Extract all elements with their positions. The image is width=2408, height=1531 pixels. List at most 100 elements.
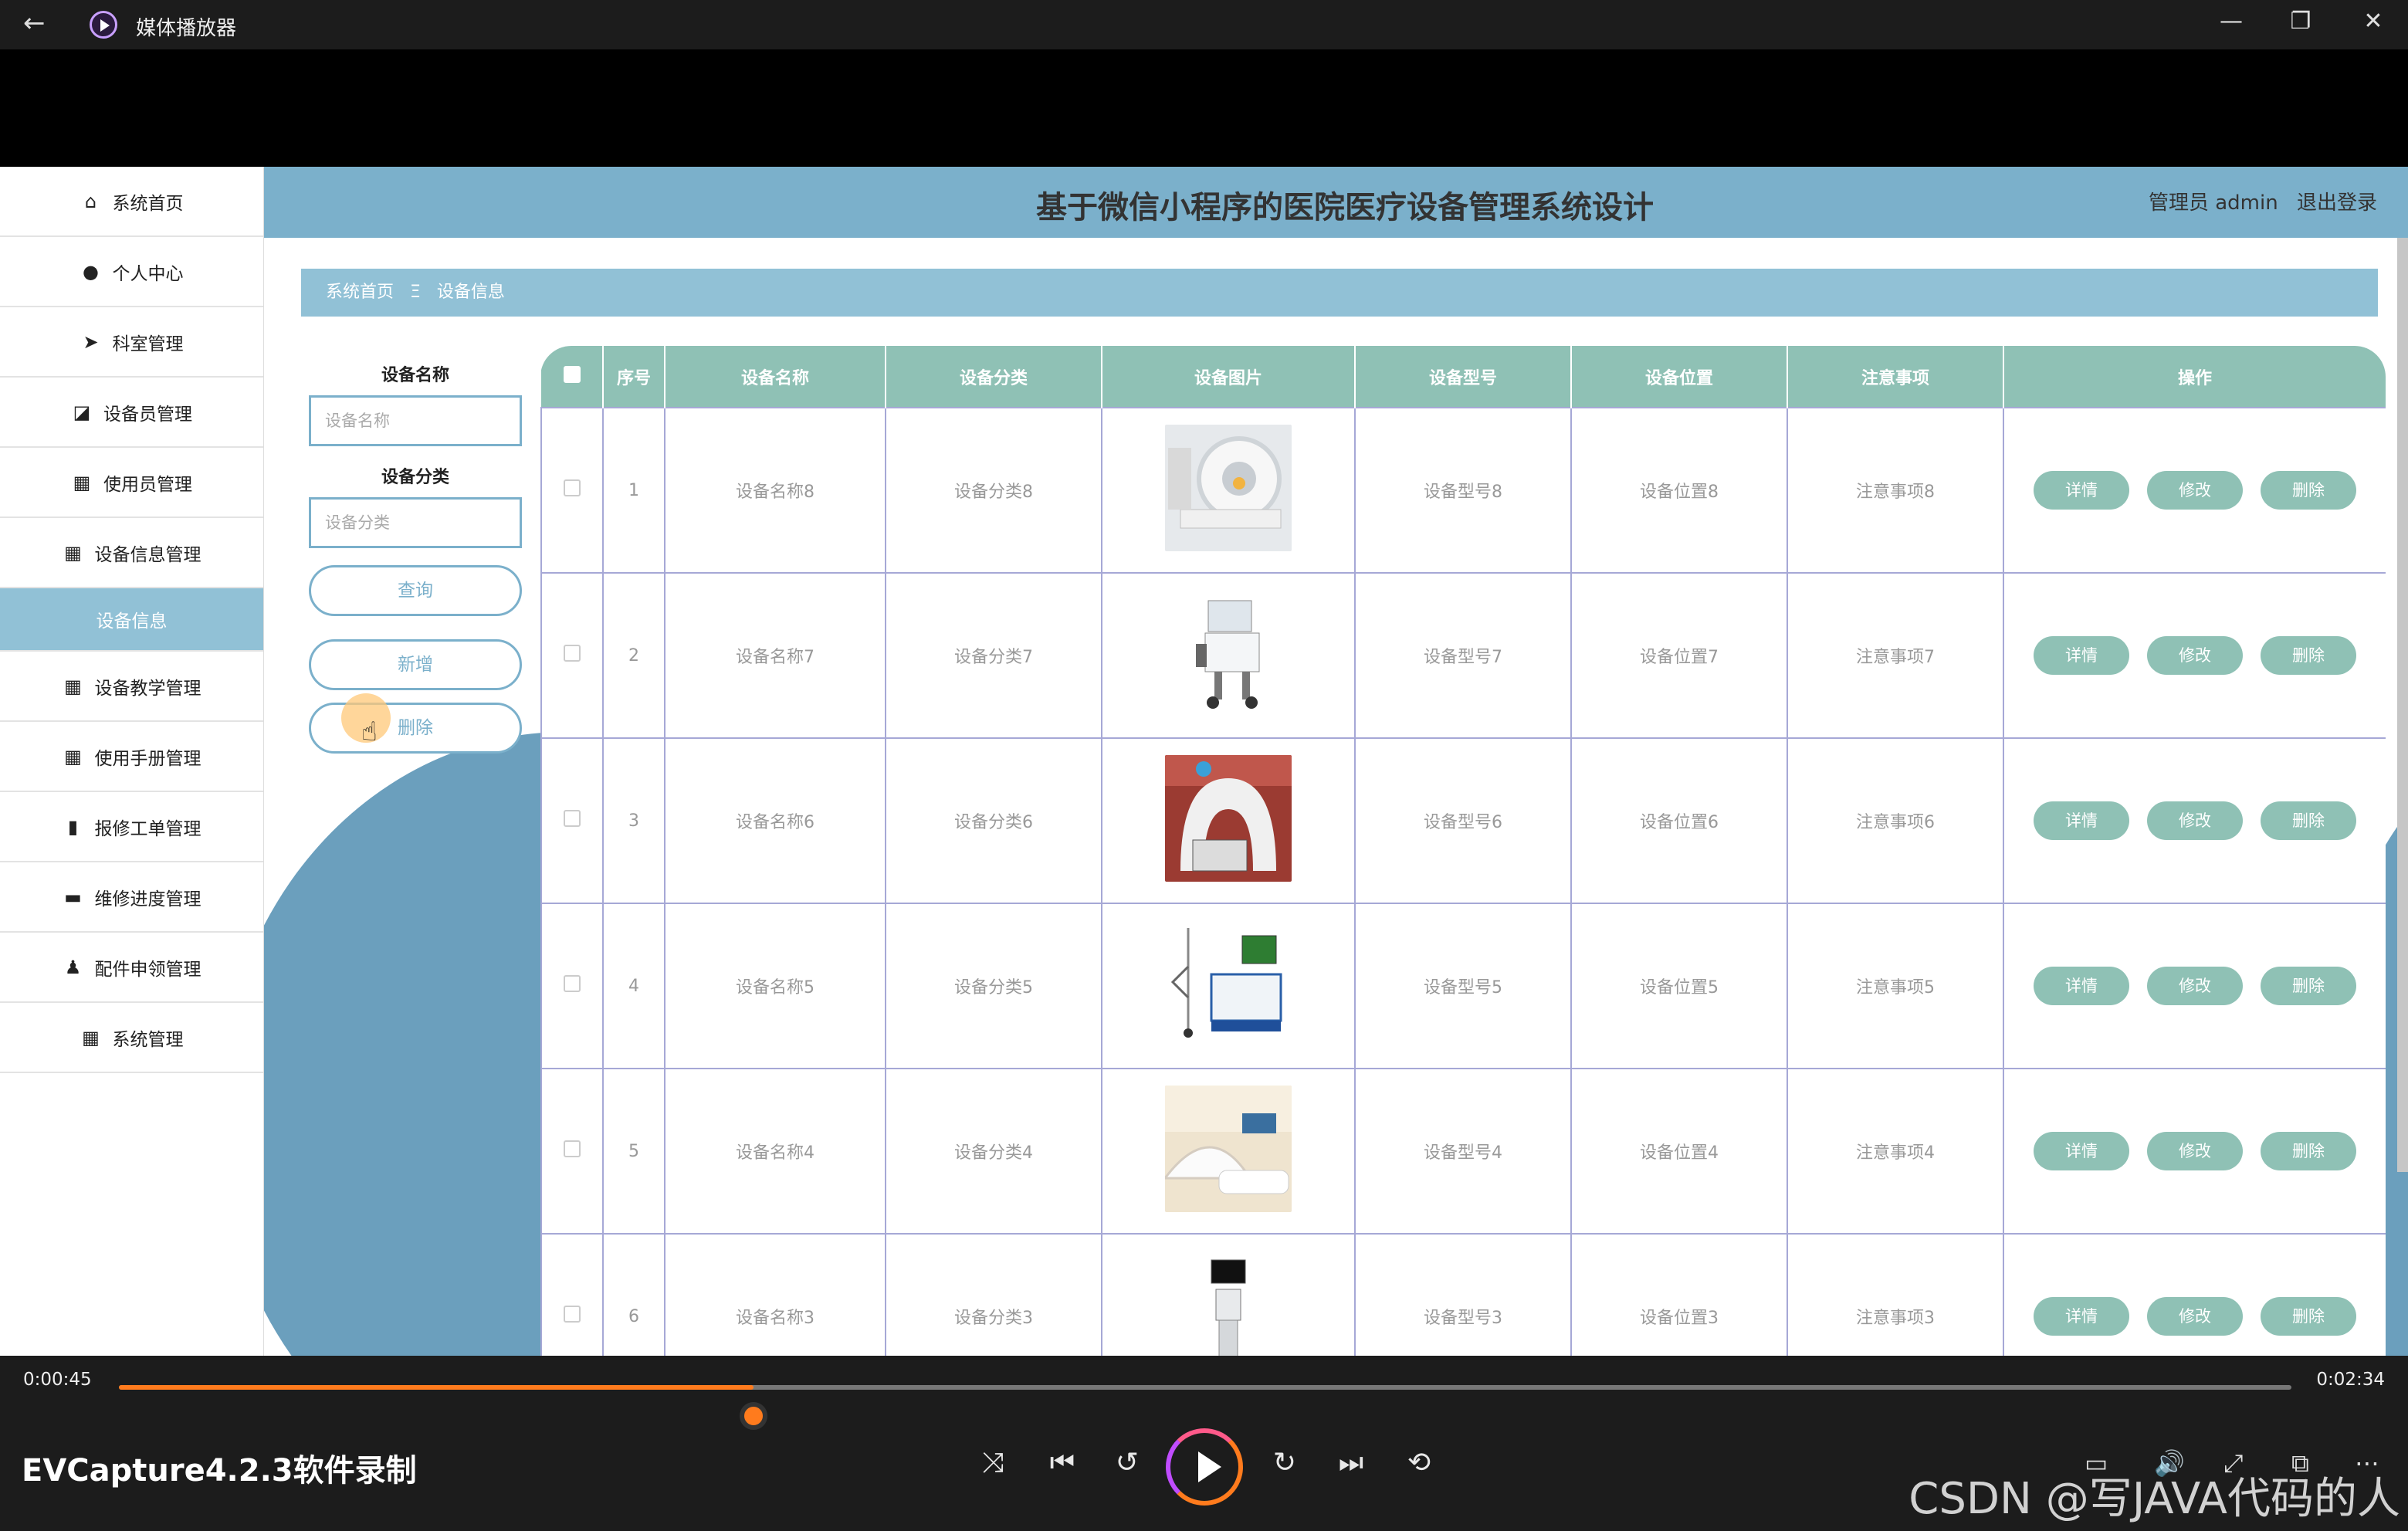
- cell-actions: 详情 修改 删除: [2003, 903, 2386, 1069]
- back-arrow-icon[interactable]: ←: [23, 8, 46, 39]
- row-select-cell: [540, 737, 604, 904]
- play-button[interactable]: [1166, 1428, 1243, 1506]
- minimize-button[interactable]: —: [2216, 8, 2247, 35]
- cell-no: 3: [602, 737, 666, 904]
- column-header: 设备分类: [886, 346, 1102, 408]
- cell-category: 设备分类3: [885, 1233, 1102, 1356]
- delete-button[interactable]: 删除: [2261, 636, 2356, 675]
- rewind-10-icon[interactable]: ↺: [1106, 1447, 1149, 1478]
- edit-button[interactable]: 修改: [2147, 967, 2243, 1005]
- row-checkbox[interactable]: [564, 810, 581, 827]
- repeat-icon[interactable]: ⟲: [1397, 1447, 1441, 1478]
- cell-location: 设备位置5: [1570, 903, 1788, 1069]
- detail-button[interactable]: 详情: [2034, 1297, 2129, 1336]
- device-image: [1165, 1086, 1292, 1212]
- sidebar-item-teaching[interactable]: ▦ 设备教学管理: [0, 652, 263, 722]
- sidebar-subitem-device-info[interactable]: 设备信息: [0, 588, 263, 652]
- sidebar-item-department[interactable]: ➤ 科室管理: [0, 307, 263, 378]
- cell-model: 设备型号5: [1354, 903, 1572, 1069]
- next-track-icon[interactable]: ⏭: [1329, 1447, 1373, 1479]
- cell-name: 设备名称8: [664, 407, 886, 574]
- delete-button[interactable]: 删除: [2261, 471, 2356, 510]
- person-icon: ♟: [64, 956, 82, 978]
- cell-image: [1101, 1233, 1356, 1356]
- table-row: 6 设备名称3 设备分类3 设备型号3 设备位置3 注意事项3 详情 修改 删除: [540, 1233, 2386, 1356]
- grid-icon: ▦: [64, 541, 82, 564]
- detail-button[interactable]: 详情: [2034, 801, 2129, 840]
- row-select-cell: [540, 572, 604, 739]
- sidebar-item-repair-orders[interactable]: ▮ 报修工单管理: [0, 792, 263, 862]
- send-icon: ➤: [83, 330, 99, 353]
- sidebar-item-device-staff[interactable]: ◪ 设备员管理: [0, 378, 263, 448]
- sidebar-item-users[interactable]: ▦ 使用员管理: [0, 448, 263, 518]
- breadcrumb-home[interactable]: 系统首页: [326, 283, 394, 302]
- close-button[interactable]: ✕: [2358, 8, 2389, 35]
- cell-image: [1101, 572, 1356, 739]
- forward-30-icon[interactable]: ↻: [1263, 1447, 1306, 1478]
- edit-button[interactable]: 修改: [2147, 1132, 2243, 1170]
- column-header: 设备型号: [1355, 346, 1572, 408]
- edit-button[interactable]: 修改: [2147, 471, 2243, 510]
- sidebar-item-manual[interactable]: ▦ 使用手册管理: [0, 722, 263, 792]
- sidebar-item-label: 设备信息: [96, 611, 168, 632]
- detail-button[interactable]: 详情: [2034, 636, 2129, 675]
- sidebar-item-device-info-mgmt[interactable]: ▦ 设备信息管理: [0, 518, 263, 588]
- delete-button[interactable]: 删除: [2261, 801, 2356, 840]
- web-app-frame: ⌂ 系统首页 ● 个人中心 ➤ 科室管理 ◪ 设备员管理 ▦ 使用员管理 ▦ 设…: [0, 167, 2408, 1356]
- cell-no: 5: [602, 1068, 666, 1235]
- row-checkbox[interactable]: [564, 1306, 581, 1323]
- table-header-row: 序号 设备名称 设备分类 设备图片 设备型号 设备位置 注意事项 操作: [541, 346, 2386, 408]
- sidebar-item-label: 报修工单管理: [94, 818, 202, 839]
- cell-category: 设备分类5: [885, 903, 1102, 1069]
- select-all-checkbox[interactable]: [563, 365, 581, 383]
- delete-button[interactable]: 删除: [2261, 1297, 2356, 1336]
- add-button[interactable]: 新增: [309, 639, 522, 690]
- device-name-input[interactable]: 设备名称: [309, 395, 522, 446]
- detail-button[interactable]: 详情: [2034, 471, 2129, 510]
- user-icon: ●: [83, 260, 99, 283]
- user-info: 管理员 admin 退出登录: [2149, 187, 2377, 215]
- content-scrollbar[interactable]: [2397, 238, 2408, 1172]
- query-button[interactable]: 查询: [309, 565, 522, 616]
- sidebar-item-profile[interactable]: ● 个人中心: [0, 237, 263, 307]
- delete-button[interactable]: 删除: [2261, 967, 2356, 1005]
- batch-delete-button[interactable]: 删除: [309, 703, 522, 754]
- cell-location: 设备位置3: [1570, 1233, 1788, 1356]
- device-category-label: 设备分类: [381, 468, 449, 487]
- breadcrumb-separator: Ξ: [410, 283, 421, 302]
- sidebar-item-parts-request[interactable]: ♟ 配件申领管理: [0, 933, 263, 1003]
- table-row: 1 设备名称8 设备分类8 设备型号8 设备位置8 注意事项8 详情 修改 删除: [540, 407, 2386, 574]
- detail-button[interactable]: 详情: [2034, 1132, 2129, 1170]
- chart-box-icon: ◪: [73, 401, 91, 423]
- shuffle-icon[interactable]: ⤨: [971, 1447, 1014, 1479]
- device-image: [1165, 755, 1292, 882]
- seek-bar-thumb[interactable]: [739, 1402, 767, 1430]
- sidebar-item-repair-progress[interactable]: ▬ 维修进度管理: [0, 862, 263, 933]
- row-checkbox[interactable]: [564, 479, 581, 496]
- sidebar: ⌂ 系统首页 ● 个人中心 ➤ 科室管理 ◪ 设备员管理 ▦ 使用员管理 ▦ 设…: [0, 167, 264, 1356]
- device-category-input[interactable]: 设备分类: [309, 497, 522, 548]
- sidebar-item-label: 系统首页: [112, 193, 184, 214]
- sidebar-item-label: 维修进度管理: [94, 889, 202, 909]
- cell-notes: 注意事项3: [1787, 1233, 2004, 1356]
- sidebar-item-home[interactable]: ⌂ 系统首页: [0, 167, 263, 237]
- detail-button[interactable]: 详情: [2034, 967, 2129, 1005]
- edit-button[interactable]: 修改: [2147, 801, 2243, 840]
- edit-button[interactable]: 修改: [2147, 1297, 2243, 1336]
- hand-cursor-icon: ☝: [361, 716, 378, 747]
- row-checkbox[interactable]: [564, 645, 581, 662]
- seek-bar-progress: [119, 1385, 754, 1390]
- edit-button[interactable]: 修改: [2147, 636, 2243, 675]
- delete-button[interactable]: 删除: [2261, 1132, 2356, 1170]
- row-checkbox[interactable]: [564, 975, 581, 992]
- restore-button[interactable]: ❐: [2285, 8, 2316, 35]
- previous-track-icon[interactable]: ⏮: [1041, 1447, 1084, 1479]
- column-header: 注意事项: [1787, 346, 2004, 408]
- row-select-cell: [540, 903, 604, 1069]
- user-name: admin: [2215, 191, 2278, 215]
- row-checkbox[interactable]: [564, 1140, 581, 1157]
- sidebar-item-system[interactable]: ▦ 系统管理: [0, 1003, 263, 1073]
- seek-bar[interactable]: [119, 1385, 2291, 1430]
- logout-link[interactable]: 退出登录: [2297, 191, 2377, 215]
- cell-notes: 注意事项6: [1787, 737, 2004, 904]
